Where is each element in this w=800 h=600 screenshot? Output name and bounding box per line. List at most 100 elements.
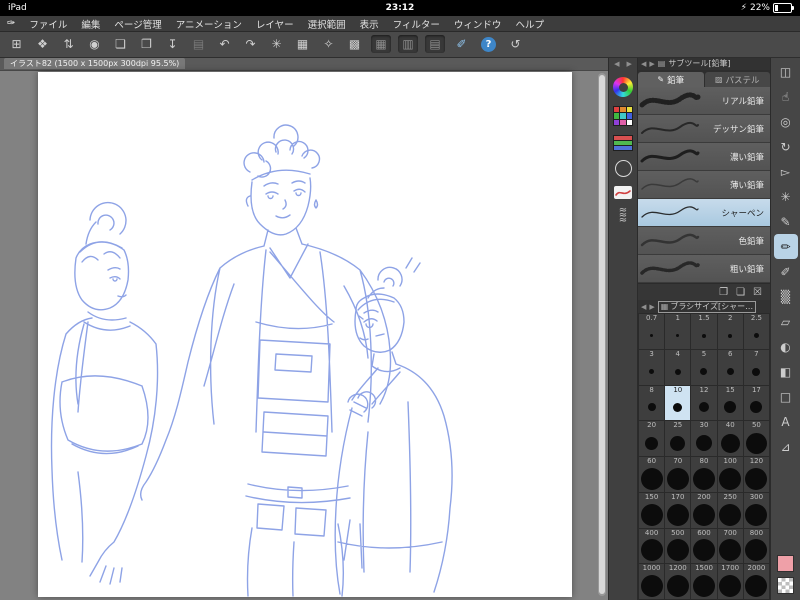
- brush-item[interactable]: リアル鉛筆: [638, 87, 770, 115]
- brush-size-option[interactable]: 1700: [717, 564, 743, 599]
- brush-size-option[interactable]: 500: [665, 528, 691, 564]
- menu-item[interactable]: 表示: [353, 17, 386, 31]
- wand-tool-icon[interactable]: ✳: [774, 184, 798, 209]
- airbrush-tool-icon[interactable]: ▒: [774, 284, 798, 309]
- brush-size-option[interactable]: 70: [665, 457, 691, 492]
- document-tab[interactable]: イラスト82 (1500 x 1500px 300dpi 95.5%): [4, 58, 186, 69]
- delete-subtool-icon[interactable]: ☒: [753, 287, 762, 298]
- color-slider-icon[interactable]: [613, 135, 633, 151]
- menu-item[interactable]: ウィンドウ: [447, 17, 509, 31]
- column-prev-icon[interactable]: ◀: [614, 60, 619, 68]
- view-toggle-2-icon[interactable]: ▥: [398, 35, 418, 53]
- zoom-tool-icon[interactable]: ◎: [774, 109, 798, 134]
- rotate-canvas-tool-icon[interactable]: ↻: [774, 134, 798, 159]
- brush-size-option[interactable]: 150: [639, 492, 665, 528]
- brush-tool-icon[interactable]: ✐: [774, 259, 798, 284]
- brush-item[interactable]: デッサン鉛筆: [638, 115, 770, 143]
- size-panel-next-icon[interactable]: ▶: [649, 303, 654, 311]
- column-next-icon[interactable]: ▶: [627, 60, 632, 68]
- snap-ruler-icon[interactable]: ✳: [265, 34, 288, 54]
- brush-size-option[interactable]: 17: [743, 385, 769, 421]
- fill-tool-icon[interactable]: ◧: [774, 359, 798, 384]
- clip-studio-launch-icon[interactable]: ◉: [83, 34, 106, 54]
- new-file-icon[interactable]: ❏: [109, 34, 132, 54]
- brush-size-option[interactable]: 600: [691, 528, 717, 564]
- brush-size-option[interactable]: 8: [639, 385, 665, 421]
- brush-size-option[interactable]: 0.7: [639, 314, 665, 349]
- menu-item[interactable]: ファイル: [22, 17, 74, 31]
- undo-icon[interactable]: ↶: [213, 34, 236, 54]
- menu-item[interactable]: 編集: [74, 17, 107, 31]
- brush-size-option[interactable]: 300: [743, 492, 769, 528]
- brush-size-option[interactable]: 2.5: [743, 314, 769, 349]
- brush-size-option[interactable]: 15: [717, 385, 743, 421]
- figure-tool-icon[interactable]: □: [774, 384, 798, 409]
- help-icon[interactable]: ?: [481, 36, 496, 52]
- brush-size-option[interactable]: 2000: [743, 564, 769, 599]
- brush-item[interactable]: 濃い鉛筆: [638, 143, 770, 171]
- brush-size-option[interactable]: 170: [665, 492, 691, 528]
- transparent-color-swatch[interactable]: [777, 577, 794, 594]
- brush-size-option[interactable]: 12: [691, 385, 717, 421]
- brush-size-option[interactable]: 7: [743, 349, 769, 385]
- menu-item[interactable]: フィルター: [386, 17, 447, 31]
- panel-prev-icon[interactable]: ◀: [641, 60, 646, 68]
- swap-subtool-icon[interactable]: ⇅: [57, 34, 80, 54]
- color-wheel-icon[interactable]: [613, 77, 633, 97]
- sub-color-swatch[interactable]: [777, 555, 794, 572]
- view-toggle-3-icon[interactable]: ▤: [425, 35, 445, 53]
- color-history-icon[interactable]: [614, 160, 632, 177]
- brush-size-option[interactable]: 1500: [691, 564, 717, 599]
- menu-item[interactable]: ヘルプ: [508, 17, 551, 31]
- save-file-icon[interactable]: ↧: [161, 34, 184, 54]
- brush-size-option[interactable]: 700: [717, 528, 743, 564]
- brush-item[interactable]: 薄い鉛筆: [638, 171, 770, 199]
- menu-item[interactable]: 選択範囲: [301, 17, 353, 31]
- brush-size-option[interactable]: 40: [717, 421, 743, 456]
- brush-size-option[interactable]: 3: [639, 349, 665, 385]
- brush-size-option[interactable]: 2: [717, 314, 743, 349]
- brush-size-option[interactable]: 6: [717, 349, 743, 385]
- brush-size-option[interactable]: 50: [743, 421, 769, 456]
- brush-item[interactable]: 粗い鉛筆: [638, 255, 770, 283]
- size-panel-prev-icon[interactable]: ◀: [641, 303, 646, 311]
- brush-size-option[interactable]: 250: [717, 492, 743, 528]
- drawing-canvas[interactable]: [38, 72, 572, 597]
- clip-studio-logo-icon[interactable]: ✑: [7, 18, 15, 29]
- panel-next-icon[interactable]: ▶: [649, 60, 654, 68]
- brush-texture-icon[interactable]: ≈ ≈ ≈: [619, 206, 627, 226]
- brush-size-option[interactable]: 100: [717, 457, 743, 492]
- brush-item[interactable]: 色鉛筆: [638, 227, 770, 255]
- open-file-icon[interactable]: ❐: [135, 34, 158, 54]
- text-tool-icon[interactable]: A: [774, 409, 798, 434]
- brush-size-option[interactable]: 1.5: [691, 314, 717, 349]
- brush-size-option[interactable]: 10: [665, 385, 691, 421]
- brush-size-option[interactable]: 1: [665, 314, 691, 349]
- panel-toggle-icon[interactable]: ◫: [774, 59, 798, 84]
- tab-鉛筆[interactable]: ✎ 鉛筆: [638, 72, 704, 87]
- reset-view-icon[interactable]: ↺: [504, 34, 527, 54]
- select-layer-icon[interactable]: ❖: [31, 34, 54, 54]
- brush-size-option[interactable]: 30: [691, 421, 717, 456]
- pen-tool-icon[interactable]: ✎: [774, 209, 798, 234]
- hand-tool-icon[interactable]: ☝: [774, 84, 798, 109]
- brush-size-option[interactable]: 4: [665, 349, 691, 385]
- brush-size-option[interactable]: 5: [691, 349, 717, 385]
- transform-icon[interactable]: ▩: [343, 34, 366, 54]
- new-subtool-icon[interactable]: ❏: [736, 287, 745, 298]
- brush-size-option[interactable]: 80: [691, 457, 717, 492]
- view-toggle-1-icon[interactable]: ▦: [371, 35, 391, 53]
- touch-gesture-icon[interactable]: ✐: [450, 34, 473, 54]
- snap-grid-icon[interactable]: ✧: [317, 34, 340, 54]
- pencil-tool-icon[interactable]: ✏: [773, 234, 798, 259]
- brush-item[interactable]: シャーペン: [638, 199, 770, 227]
- redo-icon[interactable]: ↷: [239, 34, 262, 54]
- blend-tool-icon[interactable]: ◐: [774, 334, 798, 359]
- brush-size-option[interactable]: 20: [639, 421, 665, 456]
- brush-size-option[interactable]: 25: [665, 421, 691, 456]
- workspace-grid-icon[interactable]: ⊞: [5, 34, 28, 54]
- brush-size-option[interactable]: 1200: [665, 564, 691, 599]
- tab-パステル[interactable]: ▨ パステル: [704, 72, 770, 87]
- copy-subtool-icon[interactable]: ❐: [719, 287, 728, 298]
- select-tool-icon[interactable]: ▻: [774, 159, 798, 184]
